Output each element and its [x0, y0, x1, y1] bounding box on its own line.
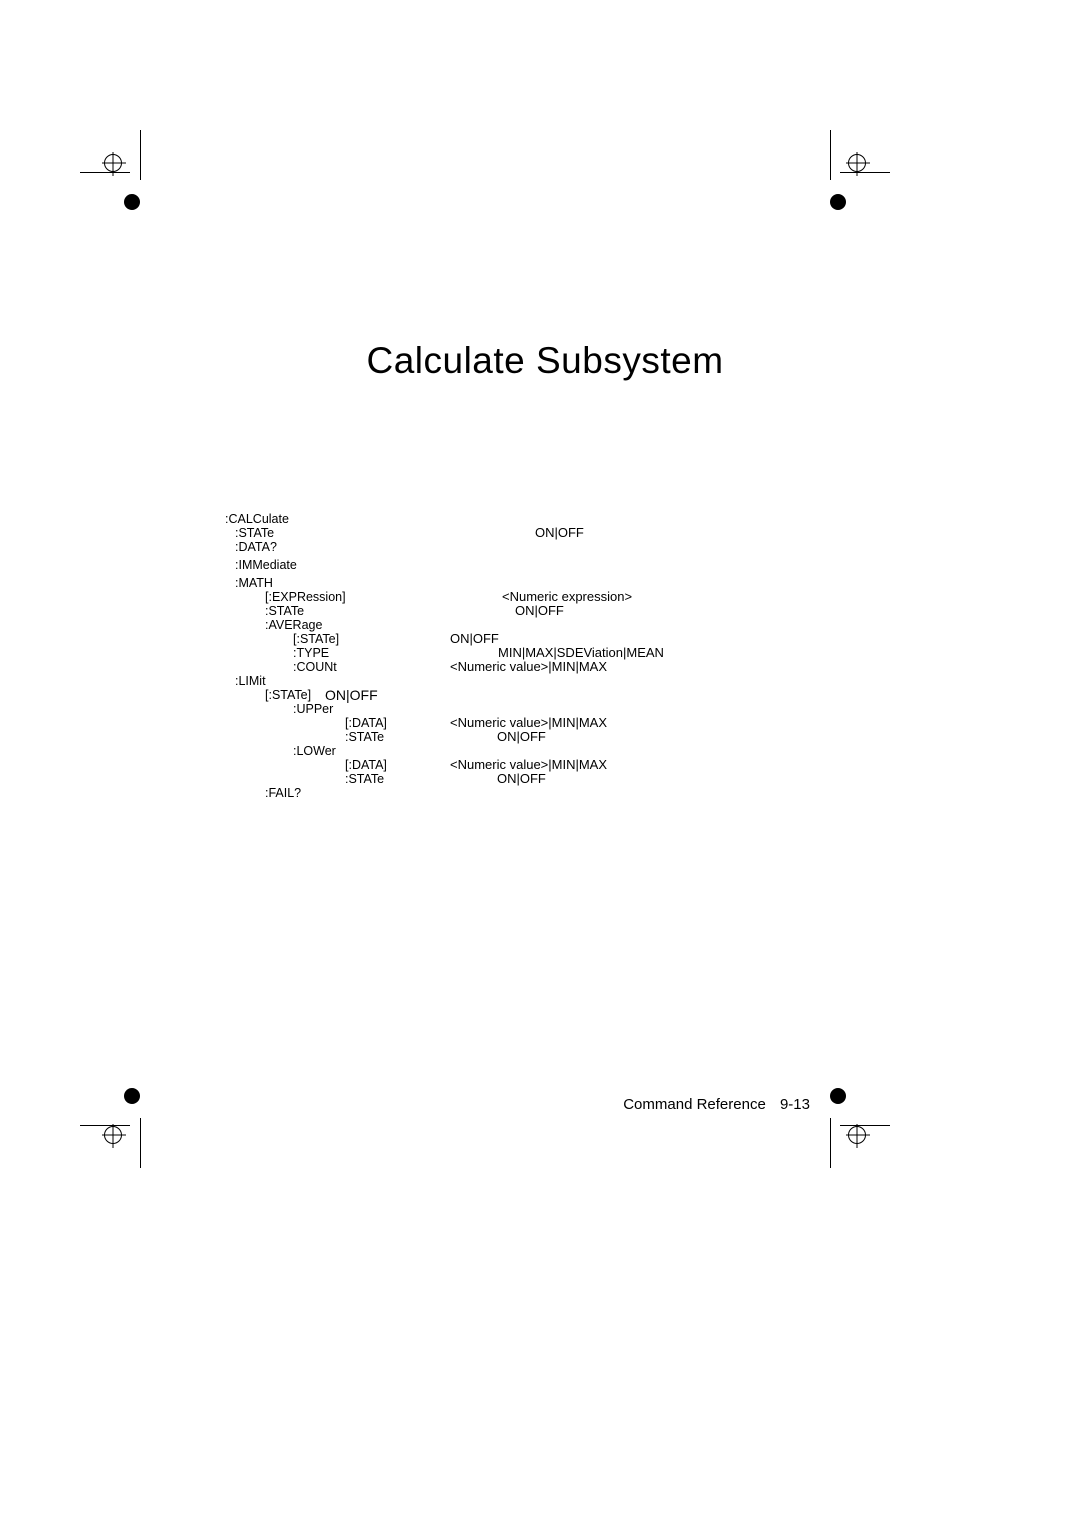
cmd-lower-state: :STATe — [345, 772, 384, 786]
val-state: ON|OFF — [535, 526, 584, 541]
crop-hline — [80, 1125, 130, 1126]
crop-dot-icon — [124, 194, 140, 210]
cmd-avg-count: :COUNt — [293, 660, 337, 674]
tree-row: :MATH — [225, 576, 865, 590]
page-footer: Command Reference 9-13 — [623, 1096, 810, 1113]
tree-row: [:DATA]<Numeric value>|MIN|MAX — [225, 758, 865, 772]
cmd-expression: [:EXPRession] — [265, 590, 346, 604]
tree-row: :STATe ON|OFF — [225, 772, 865, 786]
cmd-data: :DATA? — [235, 540, 277, 554]
tree-row: [:STATe] ON|OFF — [225, 688, 865, 702]
page-content: Calculate Subsystem :CALCulate :STATe ON|… — [225, 340, 865, 800]
cmd-math: :MATH — [235, 576, 273, 590]
cmd-upper-data: [:DATA] — [345, 716, 387, 730]
crop-dot-icon — [830, 194, 846, 210]
tree-row: [:STATe] ON|OFF — [225, 632, 865, 646]
tree-row: :TYPEMIN|MAX|SDEViation|MEAN — [225, 646, 865, 660]
tree-row: :COUNt <Numeric value>|MIN|MAX — [225, 660, 865, 674]
registration-mark-icon — [104, 154, 122, 172]
crop-vline — [140, 1118, 141, 1168]
cmd-immediate: :IMMediate — [235, 558, 297, 572]
crop-vline — [830, 1118, 831, 1168]
tree-row: :STATe ON|OFF — [225, 604, 865, 618]
crop-dot-icon — [830, 1088, 846, 1104]
cmd-avg-type: :TYPE — [293, 646, 329, 660]
val-limit-state: ON|OFF — [325, 688, 378, 704]
tree-row: :UPPer — [225, 702, 865, 716]
crop-dot-icon — [124, 1088, 140, 1104]
crop-mark-top-right — [830, 140, 880, 190]
val-lower-state: ON|OFF — [497, 772, 546, 787]
crop-mark-bottom-right — [830, 1108, 880, 1158]
val-upper-state: ON|OFF — [497, 730, 546, 745]
tree-row: :STATe ON|OFF — [225, 730, 865, 744]
command-tree: :CALCulate :STATe ON|OFF :DATA? :IMMediat… — [225, 512, 865, 800]
registration-mark-icon — [848, 1126, 866, 1144]
val-avg-count: <Numeric value>|MIN|MAX — [450, 660, 607, 675]
registration-mark-icon — [104, 1126, 122, 1144]
page-title: Calculate Subsystem — [225, 340, 865, 382]
cmd-limit-state: [:STATe] — [265, 688, 311, 702]
crop-hline — [840, 1125, 890, 1126]
crop-mark-bottom-left — [90, 1108, 140, 1158]
tree-row: [:DATA]<Numeric value>|MIN|MAX — [225, 716, 865, 730]
tree-row: :FAIL? — [225, 786, 865, 800]
cmd-avg-state: [:STATe] — [293, 632, 339, 646]
cmd-lower-data: [:DATA] — [345, 758, 387, 772]
cmd-state: :STATe — [235, 526, 274, 540]
val-math-state: ON|OFF — [515, 604, 564, 619]
crop-hline — [80, 172, 130, 173]
tree-row: :LIMit — [225, 674, 865, 688]
tree-row: :CALCulate — [225, 512, 865, 526]
footer-page-number: 9-13 — [780, 1096, 810, 1113]
cmd-average: :AVERage — [265, 618, 322, 632]
tree-row: :AVERage — [225, 618, 865, 632]
cmd-upper: :UPPer — [293, 702, 333, 716]
cmd-fail: :FAIL? — [265, 786, 301, 800]
cmd-upper-state: :STATe — [345, 730, 384, 744]
val-avg-state: ON|OFF — [450, 632, 499, 647]
tree-row: :STATe ON|OFF — [225, 526, 865, 540]
tree-row: :LOWer — [225, 744, 865, 758]
cmd-lower: :LOWer — [293, 744, 336, 758]
cmd-math-state: :STATe — [265, 604, 304, 618]
crop-hline — [840, 172, 890, 173]
tree-row: [:EXPRession]<Numeric expression> — [225, 590, 865, 604]
crop-vline — [830, 130, 831, 180]
cmd-limit: :LIMit — [235, 674, 266, 688]
cmd-calculate: :CALCulate — [225, 512, 289, 526]
crop-vline — [140, 130, 141, 180]
tree-row: :DATA? — [225, 540, 865, 554]
registration-mark-icon — [848, 154, 866, 172]
crop-mark-top-left — [90, 140, 140, 190]
footer-label: Command Reference — [623, 1096, 766, 1113]
tree-row: :IMMediate — [225, 558, 865, 572]
